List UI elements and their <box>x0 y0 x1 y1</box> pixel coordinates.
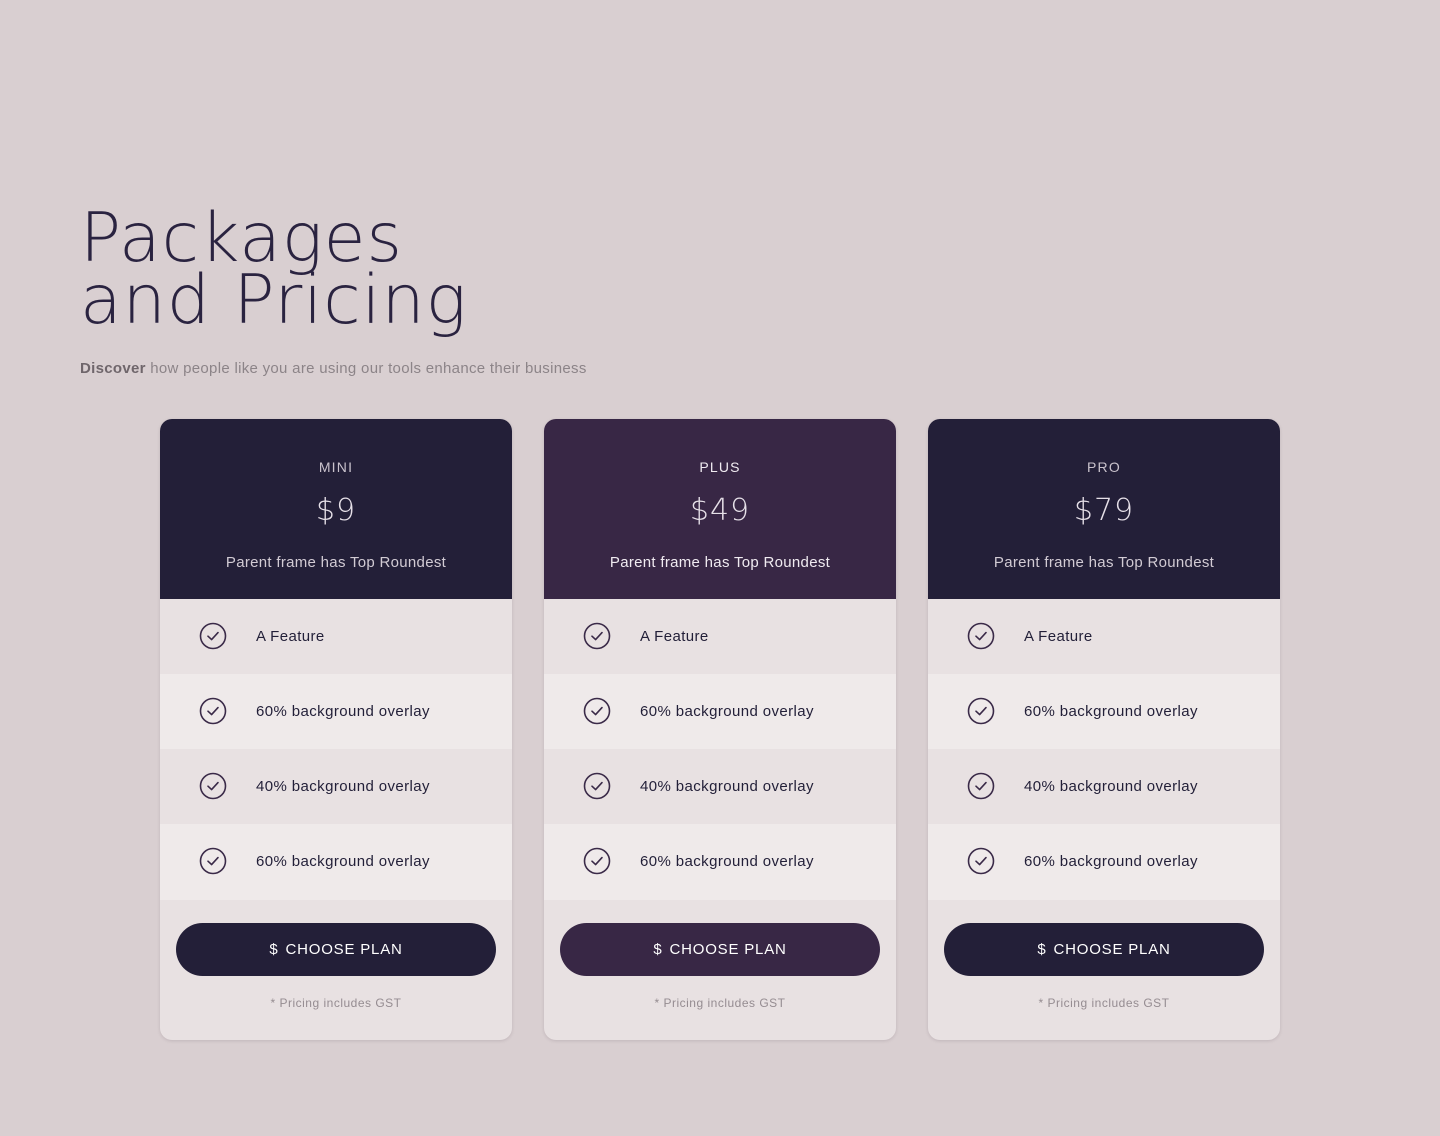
feature-item: 60% background overlay <box>160 824 512 900</box>
check-circle-icon <box>967 697 995 724</box>
pricing-card-mini: MINI $9 Parent frame has Top Roundest A … <box>160 419 512 1040</box>
pricing-card-header: MINI $9 Parent frame has Top Roundest <box>160 419 512 599</box>
feature-label: A Feature <box>1024 627 1093 645</box>
check-circle-icon <box>583 772 611 799</box>
pricing-note: * Pricing includes GST <box>1038 996 1170 1010</box>
feature-label: 60% background overlay <box>1024 702 1198 720</box>
page-title: Packages and Pricing <box>80 205 980 340</box>
feature-label: 40% background overlay <box>1024 777 1198 795</box>
plan-name: PLUS <box>699 459 741 475</box>
feature-label: 60% background overlay <box>640 702 814 720</box>
choose-plan-button[interactable]: $ CHOOSE PLAN <box>176 923 496 976</box>
page-subtitle: Discover how people like you are using o… <box>80 360 587 377</box>
check-circle-icon <box>199 697 227 724</box>
feature-item: 60% background overlay <box>928 824 1280 900</box>
check-circle-icon <box>967 772 995 799</box>
feature-label: A Feature <box>640 627 709 645</box>
plan-price: $79 <box>1073 493 1135 528</box>
check-circle-icon <box>583 622 611 649</box>
plan-name: PRO <box>1087 459 1121 475</box>
feature-label: 60% background overlay <box>1024 853 1198 870</box>
feature-item: 40% background overlay <box>544 749 896 824</box>
choose-plan-label: CHOOSE PLAN <box>669 941 787 958</box>
page-title-line-2: and Pricing <box>80 261 468 340</box>
pricing-card-header: PLUS $49 Parent frame has Top Roundest <box>544 419 896 599</box>
feature-item: A Feature <box>544 599 896 674</box>
plan-description: Parent frame has Top Roundest <box>225 554 447 571</box>
feature-list: A Feature 60% background overlay 40% bac… <box>544 599 896 900</box>
pricing-card-header: PRO $79 Parent frame has Top Roundest <box>928 419 1280 599</box>
feature-label: 60% background overlay <box>256 853 430 870</box>
check-circle-icon <box>199 772 227 799</box>
choose-plan-label: CHOOSE PLAN <box>285 941 403 958</box>
plan-description: Parent frame has Top Roundest <box>609 554 831 571</box>
pricing-note: * Pricing includes GST <box>270 996 402 1010</box>
choose-plan-button[interactable]: $ CHOOSE PLAN <box>560 923 880 976</box>
feature-item: 60% background overlay <box>928 674 1280 749</box>
feature-label: 60% background overlay <box>256 702 430 720</box>
dollar-icon: $ <box>269 941 279 958</box>
check-circle-icon <box>967 622 995 649</box>
pricing-cards: MINI $9 Parent frame has Top Roundest A … <box>160 419 1280 1040</box>
feature-item: 60% background overlay <box>544 824 896 900</box>
feature-label: A Feature <box>256 627 325 645</box>
page-subtitle-emphasis: Discover <box>80 360 146 377</box>
plan-name: MINI <box>318 459 354 475</box>
dollar-icon: $ <box>1037 941 1047 958</box>
choose-plan-label: CHOOSE PLAN <box>1053 941 1171 958</box>
pricing-card-plus: PLUS $49 Parent frame has Top Roundest A… <box>544 419 896 1040</box>
feature-list: A Feature 60% background overlay 40% bac… <box>928 599 1280 900</box>
plan-description: Parent frame has Top Roundest <box>993 554 1215 571</box>
feature-item: 60% background overlay <box>160 674 512 749</box>
feature-item: A Feature <box>928 599 1280 674</box>
feature-item: 40% background overlay <box>928 749 1280 824</box>
feature-label: 40% background overlay <box>640 777 814 795</box>
plan-price: $9 <box>315 493 357 528</box>
feature-label: 40% background overlay <box>256 777 430 795</box>
check-circle-icon <box>199 847 227 875</box>
check-circle-icon <box>967 847 995 875</box>
hero-section: Packages and Pricing Discover how people… <box>80 205 980 378</box>
feature-list: A Feature 60% background overlay 40% bac… <box>160 599 512 900</box>
page-subtitle-text: how people like you are using our tools … <box>145 360 587 377</box>
check-circle-icon <box>199 622 227 649</box>
dollar-icon: $ <box>653 941 663 958</box>
feature-label: 60% background overlay <box>640 853 814 870</box>
check-circle-icon <box>583 847 611 875</box>
pricing-note: * Pricing includes GST <box>654 996 786 1010</box>
feature-item: 60% background overlay <box>544 674 896 749</box>
plan-price: $49 <box>689 493 751 528</box>
check-circle-icon <box>583 697 611 724</box>
feature-item: 40% background overlay <box>160 749 512 824</box>
choose-plan-button[interactable]: $ CHOOSE PLAN <box>944 923 1264 976</box>
pricing-card-pro: PRO $79 Parent frame has Top Roundest A … <box>928 419 1280 1040</box>
feature-item: A Feature <box>160 599 512 674</box>
